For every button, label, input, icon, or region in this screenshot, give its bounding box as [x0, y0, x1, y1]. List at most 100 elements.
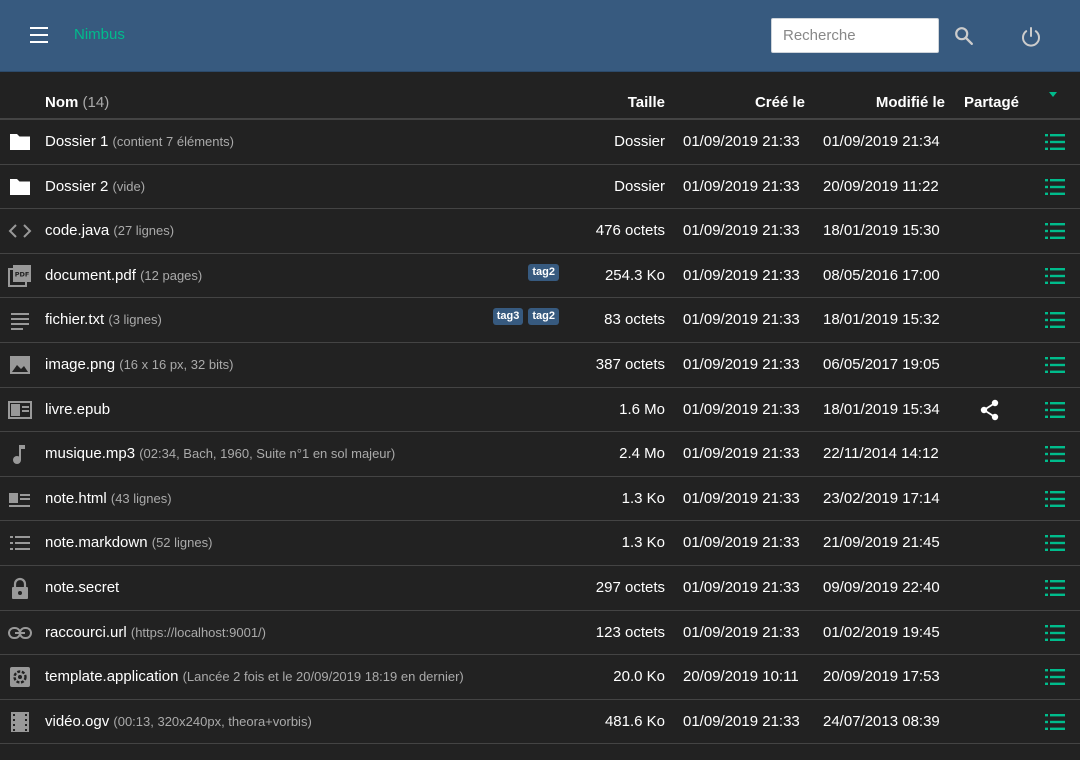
modified-date-cell: 24/07/2013 08:39: [823, 712, 940, 730]
file-name-cell: Dossier 1 (contient 7 éléments): [45, 133, 234, 150]
column-header-shared[interactable]: Partagé: [964, 94, 1019, 111]
column-header-created[interactable]: Créé le: [755, 94, 805, 111]
modified-date-cell: 23/02/2019 17:14: [823, 489, 940, 507]
modified-date-cell: 08/05/2016 17:00: [823, 266, 940, 284]
modified-date-cell: 18/01/2019 15:32: [823, 311, 940, 329]
file-detail: (3 lignes): [108, 312, 162, 328]
modified-date-cell: 01/02/2019 19:45: [823, 623, 940, 641]
file-name-cell: vidéo.ogv (00:13, 320x240px, theora+vorb…: [45, 713, 312, 730]
file-name-link[interactable]: code.java: [45, 222, 109, 239]
table-row[interactable]: note.secret 297 octets 01/09/2019 21:33 09…: [0, 566, 1080, 611]
music-icon: [8, 443, 32, 465]
table-row[interactable]: image.png (16 x 16 px, 32 bits) 387 octet…: [0, 343, 1080, 388]
brand-title[interactable]: Nimbus: [74, 26, 125, 43]
row-actions-icon[interactable]: [1045, 579, 1065, 597]
table-row[interactable]: fichier.txt (3 lignes) tag3 tag2 83 octets 0…: [0, 298, 1080, 343]
search-icon[interactable]: [953, 25, 975, 47]
row-actions-icon[interactable]: [1045, 624, 1065, 642]
row-actions-icon[interactable]: [1045, 133, 1065, 151]
file-name-link[interactable]: musique.mp3: [45, 445, 135, 462]
file-name-link[interactable]: template.application: [45, 668, 178, 685]
file-name-link[interactable]: livre.epub: [45, 401, 110, 418]
modified-date-cell: 06/05/2017 19:05: [823, 355, 940, 373]
row-actions-icon[interactable]: [1045, 668, 1065, 686]
table-row[interactable]: musique.mp3 (02:34, Bach, 1960, Suite n°…: [0, 432, 1080, 477]
tag-list: tag3 tag2: [492, 308, 559, 326]
article-icon: [8, 488, 32, 510]
table-row[interactable]: Dossier 2 (vide) Dossier 01/09/2019 21:33 2…: [0, 165, 1080, 210]
file-name-link[interactable]: fichier.txt: [45, 311, 104, 328]
table-row[interactable]: note.html (43 lignes) 1.3 Ko 01/09/2019 21…: [0, 477, 1080, 522]
size-cell: 1.3 Ko: [621, 489, 665, 507]
file-name-link[interactable]: image.png: [45, 356, 115, 373]
created-date-cell: 01/09/2019 21:33: [683, 534, 800, 552]
file-table: Nom (14) Taille Créé le Modifié le Parta…: [0, 72, 1080, 745]
file-name-link[interactable]: vidéo.ogv: [45, 713, 109, 730]
file-name-cell: musique.mp3 (02:34, Bach, 1960, Suite n°…: [45, 445, 395, 462]
power-icon[interactable]: [1019, 25, 1043, 49]
hamburger-menu-icon[interactable]: [30, 27, 52, 45]
link-icon: [8, 622, 32, 644]
row-actions-icon[interactable]: [1045, 356, 1065, 374]
file-name-link[interactable]: Dossier 1: [45, 133, 108, 150]
file-name-cell: note.markdown (52 lignes): [45, 534, 212, 551]
file-detail: (contient 7 éléments): [112, 134, 234, 149]
sort-arrow-icon[interactable]: [1049, 92, 1057, 97]
table-row[interactable]: livre.epub 1.6 Mo 01/09/2019 21:33 18/01/2…: [0, 388, 1080, 433]
row-actions-icon[interactable]: [1045, 178, 1065, 196]
image-icon: [8, 354, 32, 376]
row-actions-icon[interactable]: [1045, 713, 1065, 731]
column-header-modified[interactable]: Modifié le: [876, 94, 945, 111]
file-name-link[interactable]: note.html: [45, 490, 107, 507]
column-header-size[interactable]: Taille: [628, 94, 665, 111]
file-name-cell: fichier.txt (3 lignes): [45, 311, 162, 328]
size-cell: 476 octets: [595, 222, 665, 240]
row-actions-icon[interactable]: [1045, 222, 1065, 240]
created-date-cell: 01/09/2019 21:33: [683, 489, 800, 507]
tag-badge[interactable]: tag2: [528, 263, 559, 281]
created-date-cell: 01/09/2019 21:33: [683, 712, 800, 730]
file-name-cell: image.png (16 x 16 px, 32 bits): [45, 356, 233, 373]
file-detail: (27 lignes): [113, 223, 175, 239]
column-header-name[interactable]: Nom (14): [45, 94, 109, 111]
item-count: (14): [82, 94, 110, 111]
table-row[interactable]: template.application (Lancée 2 fois et l…: [0, 655, 1080, 700]
row-actions-icon[interactable]: [1045, 311, 1065, 329]
table-row[interactable]: note.markdown (52 lignes) 1.3 Ko 01/09/201…: [0, 521, 1080, 566]
table-row[interactable]: vidéo.ogv (00:13, 320x240px, theora+vorb…: [0, 700, 1080, 745]
row-actions-icon[interactable]: [1045, 401, 1065, 419]
tag-badge[interactable]: tag3: [492, 308, 524, 326]
file-name-link[interactable]: note.secret: [45, 579, 119, 596]
table-header: Nom (14) Taille Créé le Modifié le Parta…: [0, 72, 1080, 120]
code-icon: [8, 220, 32, 242]
file-detail: (43 lignes): [110, 490, 172, 506]
share-icon[interactable]: [980, 399, 1000, 421]
size-cell: 254.3 Ko: [604, 266, 665, 284]
size-cell: 1.6 Mo: [619, 400, 665, 418]
video-icon: [8, 711, 32, 733]
gear-icon: [8, 666, 32, 688]
file-name-link[interactable]: note.markdown: [45, 534, 148, 551]
tag-badge[interactable]: tag2: [528, 308, 559, 326]
table-body: Dossier 1 (contient 7 éléments) Dossier 01…: [0, 120, 1080, 745]
file-name-link[interactable]: document.pdf: [45, 267, 136, 284]
row-actions-icon[interactable]: [1045, 534, 1065, 552]
created-date-cell: 20/09/2019 10:11: [683, 668, 799, 686]
file-name-link[interactable]: raccourci.url: [45, 624, 127, 641]
table-row[interactable]: PDF document.pdf (12 pages) tag2 254.3 Ko 01…: [0, 254, 1080, 299]
row-actions-icon[interactable]: [1045, 445, 1065, 463]
size-cell: 387 octets: [595, 355, 665, 373]
top-navbar: Nimbus: [0, 0, 1080, 72]
table-row[interactable]: Dossier 1 (contient 7 éléments) Dossier 01…: [0, 120, 1080, 165]
file-detail: (00:13, 320x240px, theora+vorbis): [113, 713, 312, 729]
created-date-cell: 01/09/2019 21:33: [683, 222, 800, 240]
size-cell: Dossier: [614, 177, 665, 195]
row-actions-icon[interactable]: [1045, 490, 1065, 508]
search-input[interactable]: [771, 18, 939, 53]
size-cell: 20.0 Ko: [613, 668, 665, 686]
created-date-cell: 01/09/2019 21:33: [683, 355, 800, 373]
table-row[interactable]: raccourci.url (https://localhost:9001/) 1…: [0, 611, 1080, 656]
table-row[interactable]: code.java (27 lignes) 476 octets 01/09/201…: [0, 209, 1080, 254]
row-actions-icon[interactable]: [1045, 267, 1065, 285]
file-name-link[interactable]: Dossier 2: [45, 178, 108, 195]
